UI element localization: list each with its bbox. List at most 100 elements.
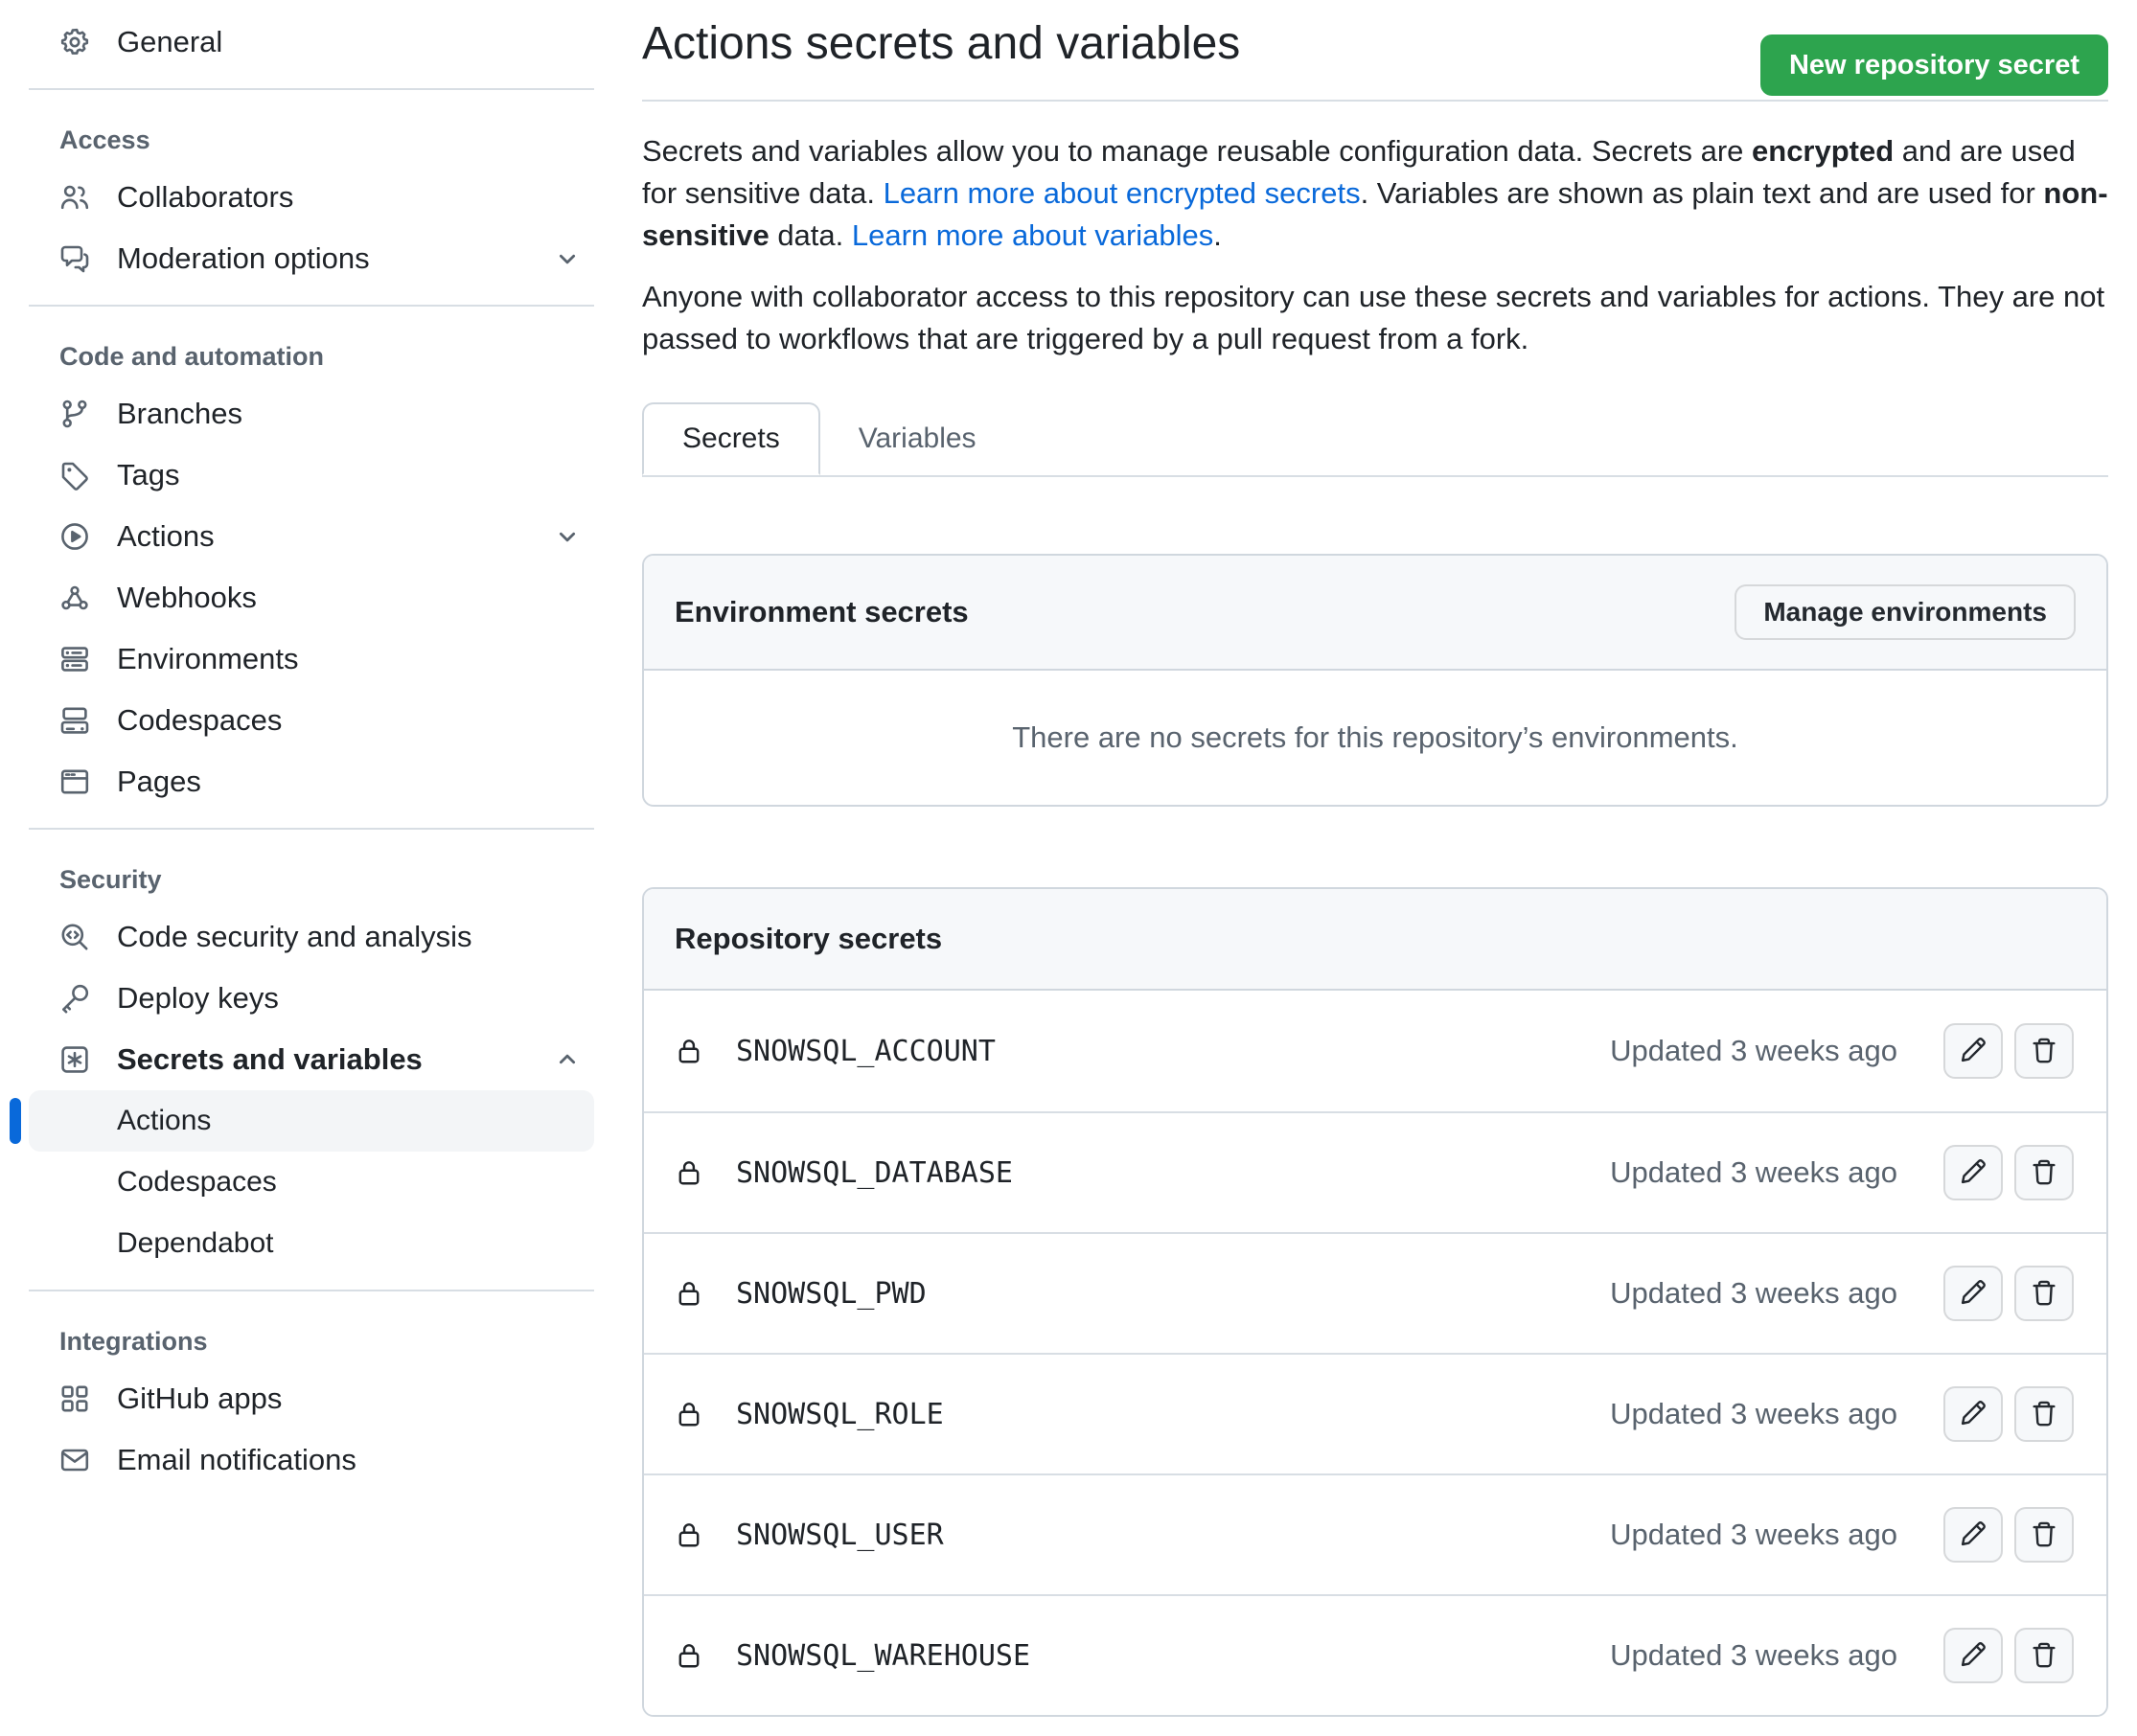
sidebar-divider [29,88,594,90]
sidebar-subitem-label: Dependabot [117,1227,273,1260]
learn-more-link[interactable]: Learn more about encrypted secrets [884,176,1361,210]
delete-secret-button[interactable] [2014,1507,2074,1563]
sidebar-subitem-dependabot[interactable]: Dependabot [29,1213,594,1274]
delete-secret-button[interactable] [2014,1023,2074,1079]
key-icon [59,983,90,1014]
sidebar-subitem-label: Actions [117,1105,211,1137]
environment-secrets-title: Environment secrets [675,595,969,629]
trash-icon [2030,1399,2058,1430]
intro-text: Secrets and variables allow you to manag… [642,134,1752,168]
lock-icon [675,1400,703,1428]
secret-name: SNOWSQL_WAREHOUSE [736,1639,1030,1673]
secret-updated-timestamp: Updated 3 weeks ago [1610,1518,1897,1552]
delete-secret-button[interactable] [2014,1628,2074,1683]
sidebar-item-label: Actions [117,519,215,554]
pencil-icon [1959,1399,1988,1430]
sidebar-item-github-apps[interactable]: GitHub apps [29,1368,594,1429]
trash-icon [2030,1278,2058,1310]
lock-icon [675,1037,703,1065]
trash-icon [2030,1157,2058,1189]
lock-icon [675,1158,703,1187]
edit-secret-button[interactable] [1943,1628,2003,1683]
secret-row-actions [1943,1628,2074,1683]
intro-text: Anyone with collaborator access to this … [642,280,2104,355]
chevron-up-icon [554,1046,581,1073]
trash-icon [2030,1036,2058,1067]
sidebar-subitem-label: Codespaces [117,1166,277,1199]
sidebar-item-label: Branches [117,397,242,431]
mail-icon [59,1445,90,1475]
sidebar-subitem-codespaces[interactable]: Codespaces [29,1152,594,1213]
sidebar-section-integrations: Integrations [29,1314,594,1368]
delete-secret-button[interactable] [2014,1145,2074,1200]
sidebar-item-webhooks[interactable]: Webhooks [29,567,594,628]
sidebar-item-branches[interactable]: Branches [29,383,594,445]
sidebar-divider [29,305,594,307]
sidebar-divider [29,828,594,830]
sidebar-item-tags[interactable]: Tags [29,445,594,506]
new-repository-secret-button[interactable]: New repository secret [1760,34,2108,96]
intro-text: . Variables are shown as plain text and … [1361,176,2044,210]
secret-name: SNOWSQL_ROLE [736,1398,944,1431]
edit-secret-button[interactable] [1943,1386,2003,1442]
sidebar-item-actions[interactable]: Actions [29,506,594,567]
intro-paragraph-1: Secrets and variables allow you to manag… [642,130,2108,257]
intro-paragraph-2: Anyone with collaborator access to this … [642,276,2108,360]
sidebar-item-deploy-keys[interactable]: Deploy keys [29,968,594,1029]
sidebar-item-moderation-options[interactable]: Moderation options [29,228,594,289]
secret-updated-timestamp: Updated 3 weeks ago [1610,1397,1897,1431]
secret-row: SNOWSQL_WAREHOUSE Updated 3 weeks ago [644,1594,2106,1715]
secret-row: SNOWSQL_DATABASEUpdated 3 weeks ago [644,1111,2106,1232]
secret-row: SNOWSQL_PWD Updated 3 weeks ago [644,1232,2106,1353]
sidebar-divider [29,1290,594,1291]
edit-secret-button[interactable] [1943,1023,2003,1079]
secrets-variables-tabs: SecretsVariables [642,402,2108,477]
pencil-icon [1959,1640,1988,1672]
sidebar-item-environments[interactable]: Environments [29,628,594,690]
sidebar-item-pages[interactable]: Pages [29,751,594,812]
sidebar-item-label: GitHub apps [117,1382,282,1416]
edit-secret-button[interactable] [1943,1507,2003,1563]
sidebar-item-label: Codespaces [117,703,282,738]
secret-row-actions [1943,1386,2074,1442]
learn-more-link[interactable]: Learn more about variables [852,218,1213,252]
gear-icon [59,27,90,57]
edit-secret-button[interactable] [1943,1145,2003,1200]
repository-secrets-list: SNOWSQL_ACCOUNTUpdated 3 weeks agoSNOWSQ… [644,991,2106,1715]
sidebar-item-codespaces[interactable]: Codespaces [29,690,594,751]
delete-secret-button[interactable] [2014,1266,2074,1321]
secret-name: SNOWSQL_USER [736,1519,944,1552]
page-header: Actions secrets and variables New reposi… [642,13,2108,75]
comment-discussion-icon [59,243,90,274]
delete-secret-button[interactable] [2014,1386,2074,1442]
pencil-icon [1959,1278,1988,1310]
pencil-icon [1959,1519,1988,1551]
sidebar-item-collaborators[interactable]: Collaborators [29,167,594,228]
sidebar-item-label: Tags [117,458,179,492]
secret-name: SNOWSQL_DATABASE [736,1156,1013,1190]
intro-text: . [1213,218,1222,252]
secret-name: SNOWSQL_PWD [736,1277,927,1311]
sidebar-item-label: Environments [117,642,299,676]
header-divider [642,100,2108,102]
tab-variables[interactable]: Variables [820,402,1015,475]
sidebar-item-label: Code security and analysis [117,920,471,954]
sidebar-section-code-and-automation: Code and automation [29,330,594,383]
git-branch-icon [59,399,90,429]
sidebar-item-general[interactable]: General [29,11,594,73]
edit-secret-button[interactable] [1943,1266,2003,1321]
manage-environments-button[interactable]: Manage environments [1735,584,2076,640]
repository-secrets-title: Repository secrets [675,922,942,956]
chevron-down-icon [554,523,581,550]
sidebar-item-label: Deploy keys [117,981,279,1016]
code-scan-icon [59,922,90,952]
sidebar-item-code-security-and-analysis[interactable]: Code security and analysis [29,906,594,968]
sidebar-item-email-notifications[interactable]: Email notifications [29,1429,594,1491]
sidebar-subitem-actions[interactable]: Actions [29,1090,594,1152]
sidebar-item-label: General [117,25,222,59]
sidebar-item-label: Secrets and variables [117,1042,423,1077]
secret-updated-timestamp: Updated 3 weeks ago [1610,1276,1897,1311]
secret-updated-timestamp: Updated 3 weeks ago [1610,1638,1897,1673]
sidebar-item-secrets-and-variables[interactable]: Secrets and variables [29,1029,594,1090]
tab-secrets[interactable]: Secrets [642,402,820,475]
